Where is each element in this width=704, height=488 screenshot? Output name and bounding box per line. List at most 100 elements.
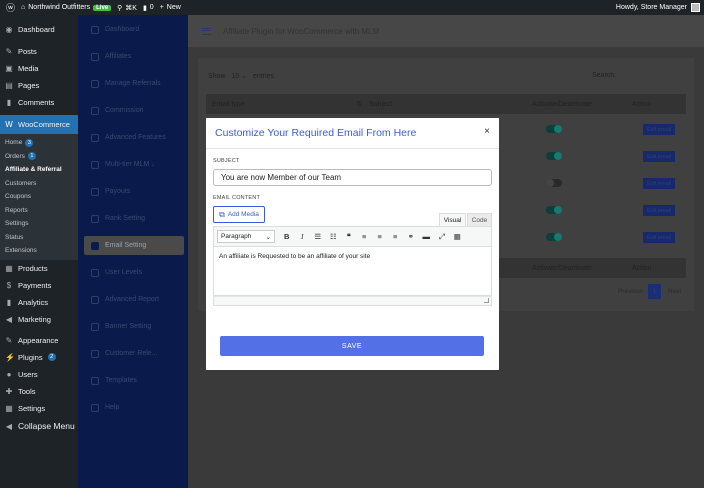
shortcut-label: ⌘K xyxy=(125,4,137,12)
plugin-nav-manage-referrals[interactable]: Manage Referrals xyxy=(78,70,188,97)
fullscreen-icon[interactable]: ⤢ xyxy=(434,230,450,243)
sidebar-item-plugins[interactable]: ⚡ Plugins 2 xyxy=(0,349,78,366)
format-select[interactable]: Paragraph ⌄ xyxy=(217,230,275,243)
tab-code[interactable]: Code xyxy=(467,213,492,226)
edit-email-button[interactable]: Edit email xyxy=(643,205,675,216)
pagination-next[interactable]: Next xyxy=(662,284,687,299)
site-name-link[interactable]: ⌂ Northwind Outfitters Live xyxy=(21,4,112,11)
edit-email-button[interactable]: Edit email xyxy=(643,178,675,189)
editor-toolbar: Paragraph ⌄ B I ☰ ☷ ❝ ≡ ≡ ≡ ⚭ ▬ ⤢ ▦ xyxy=(213,226,492,247)
sidebar-item-woocommerce[interactable]: W WooCommerce xyxy=(0,115,78,134)
activate-toggle[interactable] xyxy=(546,206,562,214)
plugin-nav-advanced-features[interactable]: Advanced Features xyxy=(78,124,188,151)
save-button[interactable]: SAVE xyxy=(220,336,484,356)
numbered-list-icon[interactable]: ☷ xyxy=(326,230,342,243)
sidebar-item-payments[interactable]: $ Payments xyxy=(0,277,78,294)
plugin-nav-user-levels[interactable]: User Levels xyxy=(78,259,188,286)
plugin-nav-banner-setting[interactable]: Banner Setting xyxy=(78,313,188,340)
submenu-item-home[interactable]: Home 3 xyxy=(0,136,78,150)
sidebar-item-appearance[interactable]: ✎ Appearance xyxy=(0,332,78,349)
sidebar-item-collapse-menu[interactable]: ◀ Collapse Menu xyxy=(0,417,78,436)
sidebar-item-dashboard[interactable]: ◉ Dashboard xyxy=(0,21,78,38)
link-icon[interactable]: ⚭ xyxy=(403,230,419,243)
close-icon[interactable]: × xyxy=(484,127,490,137)
submenu-item-status[interactable]: Status xyxy=(0,231,78,245)
plugin-nav-multi-tier-mlm[interactable]: Multi-tier MLM ↓ xyxy=(78,151,188,178)
col-action[interactable]: Action xyxy=(632,101,651,108)
sidebar-item-settings[interactable]: ▦ Settings xyxy=(0,400,78,417)
submenu-item-label: Reports xyxy=(5,206,28,214)
activate-toggle[interactable] xyxy=(546,125,562,133)
submenu-item-settings[interactable]: Settings xyxy=(0,217,78,231)
pagination-previous[interactable]: Previous xyxy=(614,284,647,299)
align-left-icon[interactable]: ≡ xyxy=(357,230,373,243)
submenu-item-label: Orders xyxy=(5,152,25,160)
col-subject[interactable]: Subject xyxy=(369,101,392,108)
submenu-item-extensions[interactable]: Extensions xyxy=(0,244,78,258)
plugin-nav-customer-rele[interactable]: Customer Rele... xyxy=(78,340,188,367)
subject-input[interactable]: You are now Member of our Team xyxy=(213,169,492,186)
edit-email-button[interactable]: Edit email xyxy=(643,151,675,162)
plugin-nav-commission[interactable]: Commission xyxy=(78,97,188,124)
sidebar-item-posts[interactable]: ✎ Posts xyxy=(0,43,78,60)
sidebar-item-users[interactable]: ● Users xyxy=(0,366,78,383)
activate-toggle[interactable] xyxy=(546,233,562,241)
hamburger-icon[interactable] xyxy=(202,27,211,35)
plugin-nav: Dashboard Affiliates Manage Referrals Commi… xyxy=(78,15,188,488)
sidebar-item-media[interactable]: ▣ Media xyxy=(0,60,78,77)
bullet-list-icon[interactable]: ☰ xyxy=(310,230,326,243)
align-right-icon[interactable]: ≡ xyxy=(388,230,404,243)
plugin-nav-templates[interactable]: Templates xyxy=(78,367,188,394)
sort-icon: ⇅ xyxy=(356,101,362,108)
sidebar-item-tools[interactable]: ✚ Tools xyxy=(0,383,78,400)
add-media-button[interactable]: ⧉ Add Media xyxy=(213,206,265,223)
settings-icon: ▦ xyxy=(5,403,13,413)
new-content-button[interactable]: + New xyxy=(160,4,181,11)
admin-bar: ⓦ ⌂ Northwind Outfitters Live ⚲ ⌘K ▮ 0 +… xyxy=(0,0,704,15)
activate-toggle[interactable] xyxy=(546,152,562,160)
submenu-item-label: Settings xyxy=(5,220,29,228)
plugin-nav-email-setting[interactable]: Email Setting xyxy=(84,236,184,255)
command-palette-button[interactable]: ⚲ ⌘K xyxy=(117,4,137,12)
entries-select[interactable]: 10 ⌄ xyxy=(231,73,247,80)
sidebar-item-label: Settings xyxy=(18,403,46,413)
plugin-nav-dashboard[interactable]: Dashboard xyxy=(78,16,188,43)
sidebar-item-pages[interactable]: ▤ Pages xyxy=(0,77,78,94)
read-more-icon[interactable]: ▬ xyxy=(419,230,435,243)
submenu-item-reports[interactable]: Reports xyxy=(0,204,78,218)
plugin-nav-label: Templates xyxy=(105,377,137,384)
sidebar-item-label: Media xyxy=(18,64,39,73)
sidebar-item-marketing[interactable]: ◀ Marketing xyxy=(0,311,78,328)
align-center-icon[interactable]: ≡ xyxy=(372,230,388,243)
email-body-editor[interactable]: An affiliate is Requested to be an affil… xyxy=(213,247,492,296)
sidebar-item-comments[interactable]: ▮ Comments xyxy=(0,94,78,111)
col-email-type[interactable]: Email type xyxy=(212,101,245,108)
wordpress-logo-icon[interactable]: ⓦ xyxy=(6,1,15,14)
toolbar-toggle-icon[interactable]: ▦ xyxy=(450,230,466,243)
editor-resize-handle[interactable] xyxy=(213,296,492,306)
plugin-nav-rank-setting[interactable]: Rank Setting xyxy=(78,205,188,232)
plugin-nav-advanced-report[interactable]: Advanced Report xyxy=(78,286,188,313)
greeting: Howdy, Store Manager xyxy=(615,4,687,11)
activate-toggle[interactable] xyxy=(546,179,562,187)
sidebar-item-products[interactable]: ▦ Products xyxy=(0,260,78,277)
submenu-item-orders[interactable]: Orders 1 xyxy=(0,150,78,164)
account-menu[interactable]: Howdy, Store Manager xyxy=(616,0,700,15)
pagination-page[interactable]: 1 xyxy=(648,284,661,299)
submenu-item-customers[interactable]: Customers xyxy=(0,177,78,191)
comments-link[interactable]: ▮ 0 xyxy=(143,4,154,12)
edit-email-button[interactable]: Edit email xyxy=(643,232,675,243)
plugin-nav-affiliates[interactable]: Affiliates xyxy=(78,43,188,70)
plugin-nav-help[interactable]: Help xyxy=(78,394,188,421)
tab-visual[interactable]: Visual xyxy=(439,213,466,226)
submenu-item-affiliate-referral[interactable]: Affiliate & Referral xyxy=(0,163,78,177)
bold-icon[interactable]: B xyxy=(279,230,295,243)
edit-email-button[interactable]: Edit email xyxy=(643,124,675,135)
plugin-nav-payouts[interactable]: Payouts xyxy=(78,178,188,205)
blockquote-icon[interactable]: ❝ xyxy=(341,230,357,243)
table-search[interactable]: Search: xyxy=(592,72,616,79)
sidebar-item-analytics[interactable]: ▮ Analytics xyxy=(0,294,78,311)
italic-icon[interactable]: I xyxy=(295,230,311,243)
col-activate[interactable]: Activate/Deactivate xyxy=(532,101,592,108)
submenu-item-coupons[interactable]: Coupons xyxy=(0,190,78,204)
